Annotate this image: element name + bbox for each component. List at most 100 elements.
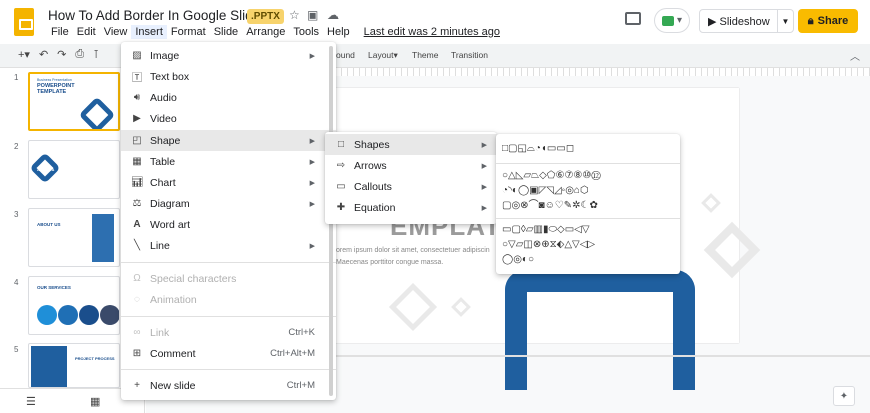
textbox-icon: 🅃︎: [132, 73, 142, 84]
insert-line[interactable]: ╲ Line ▶: [121, 235, 336, 256]
thumb-title: POWERPOINT TEMPLATE: [37, 83, 75, 95]
slideshow-button[interactable]: ▶ Slideshow ▼: [699, 9, 794, 33]
shortcut: Ctrl+M: [286, 380, 315, 391]
menu-help[interactable]: Help: [323, 25, 354, 39]
palette-row[interactable]: ▢◎⊗⌒◙☺♡✎✲☾✿: [502, 200, 598, 212]
menu-edit[interactable]: Edit: [73, 25, 100, 39]
shape-callouts[interactable]: ▭ Callouts ▶: [325, 176, 497, 197]
arrow-icon: ⇨: [336, 160, 346, 171]
video-icon: ▶: [133, 113, 141, 124]
shortcut: Ctrl+Alt+M: [270, 348, 315, 359]
thumb-shape: [78, 96, 116, 129]
insert-diagram[interactable]: ⚖ Diagram ▶: [121, 193, 336, 214]
cloud-status-icon[interactable]: ☁: [327, 8, 339, 22]
callout-icon: ▭: [336, 181, 346, 192]
document-title[interactable]: How To Add Border In Google Slides: [48, 8, 267, 23]
menu-format[interactable]: Format: [167, 25, 210, 39]
slide-thumbnail-1[interactable]: Business Presentation POWERPOINT TEMPLAT…: [28, 72, 120, 131]
menu-divider: [121, 316, 336, 317]
insert-chart[interactable]: 📊︎ Chart ▶: [121, 172, 336, 193]
file-type-badge: .PPTX: [247, 9, 284, 24]
filmstrip-view-icon[interactable]: ☰: [26, 395, 36, 408]
submenu-arrow-icon: ▶: [309, 137, 315, 145]
slide-thumbnail-3[interactable]: ABOUT US: [28, 208, 120, 267]
menu-tools[interactable]: Tools: [289, 25, 323, 39]
insert-shape[interactable]: ◰ Shape ▶: [121, 130, 336, 151]
slides-logo-icon[interactable]: [14, 8, 34, 36]
slide-thumbnail-5[interactable]: PROJECT PROCESS: [28, 343, 120, 388]
shape-equation[interactable]: ✚ Equation ▶: [325, 197, 497, 218]
slide-number: 1: [14, 73, 19, 82]
menu-view[interactable]: View: [100, 25, 132, 39]
insert-new-slide[interactable]: + New slide Ctrl+M: [121, 375, 336, 396]
print-icon[interactable]: ⎙: [75, 48, 84, 61]
link-icon: ∞: [133, 327, 141, 338]
shape-shapes[interactable]: □ Shapes ▶: [325, 134, 497, 155]
menu-arrange[interactable]: Arrange: [242, 25, 289, 39]
toolbar-transition[interactable]: Transition: [451, 50, 488, 60]
insert-video[interactable]: ▶ Video: [121, 108, 336, 129]
toolbar-layout[interactable]: Layout▾: [368, 50, 398, 61]
insert-table[interactable]: ▦ Table ▶: [121, 151, 336, 172]
toolbar-theme[interactable]: Theme: [412, 50, 438, 60]
paint-format-icon[interactable]: ⊺: [93, 48, 99, 61]
menu-divider: [121, 369, 336, 370]
audio-icon: 🔊︎: [133, 92, 141, 103]
insert-comment[interactable]: ⊞ Comment Ctrl+Alt+M: [121, 343, 336, 364]
slideshow-label[interactable]: ▶ Slideshow: [700, 15, 777, 28]
palette-row[interactable]: ◔◝◐◯▣◸◹◿◦◎⌂⬡: [502, 185, 589, 197]
slide-thumbnail-2[interactable]: AGENDA: [28, 140, 120, 199]
menu-bar: File Edit View Insert Format Slide Arran…: [47, 25, 504, 39]
thumb-image: [92, 214, 114, 262]
insert-menu: ▨ Image ▶ 🅃︎ Text box 🔊︎ Audio ▶ Video ◰ Shape…: [121, 42, 336, 400]
slideshow-dropdown-icon[interactable]: ▼: [777, 10, 793, 32]
table-icon: ▦: [132, 156, 142, 167]
wordart-icon: A: [133, 219, 141, 230]
insert-audio[interactable]: 🔊︎ Audio: [121, 87, 336, 108]
palette-row[interactable]: ○△◺▱⏢◇⬠⑥⑦⑧⑩⑫: [502, 170, 601, 182]
insert-image[interactable]: ▨ Image ▶: [121, 45, 336, 66]
thumb-title: ABOUT US: [37, 222, 61, 227]
meet-button[interactable]: ▾: [654, 8, 690, 33]
submenu-arrow-icon: ▶: [309, 179, 315, 187]
submenu-arrow-icon: ▶: [481, 183, 487, 191]
slide-thumbnail-4[interactable]: OUR SERVICES: [28, 276, 120, 335]
shape-arrows[interactable]: ⇨ Arrows ▶: [325, 155, 497, 176]
submenu-arrow-icon: ▶: [481, 141, 487, 149]
palette-row[interactable]: ○▽▱◫⊗⊕⧖⬖△▽◁▷: [502, 239, 595, 251]
shape-submenu: □ Shapes ▶ ⇨ Arrows ▶ ▭ Callouts ▶ ✚ Equation ▶: [325, 132, 497, 224]
share-button[interactable]: 🔒︎ Share: [798, 9, 858, 33]
palette-row[interactable]: ◯◎◐○: [502, 254, 534, 266]
menu-insert[interactable]: Insert: [131, 25, 167, 39]
last-edit-link[interactable]: Last edit was 2 minutes ago: [360, 25, 504, 39]
thumb-circle: [79, 305, 99, 325]
undo-icon[interactable]: ↶: [39, 48, 48, 61]
collapse-toolbar-icon[interactable]: ︿: [850, 48, 860, 63]
move-folder-icon[interactable]: ▣: [307, 8, 318, 22]
menu-file[interactable]: File: [47, 25, 73, 39]
grid-view-icon[interactable]: ▦: [90, 395, 100, 408]
insert-word-art[interactable]: A Word art: [121, 214, 336, 235]
explore-icon[interactable]: ✦: [833, 386, 855, 406]
palette-row[interactable]: □▢◱⌓◔◖▭▭◻: [502, 143, 574, 155]
palette-divider: [496, 218, 680, 219]
star-icon[interactable]: ☆: [289, 8, 300, 22]
meet-camera-icon: [661, 15, 674, 26]
submenu-arrow-icon: ▶: [309, 52, 315, 60]
redo-icon[interactable]: ↷: [57, 48, 66, 61]
toolbar-background[interactable]: ound: [336, 50, 355, 60]
insert-animation: ◌ Animation: [121, 289, 336, 310]
thumb-title: AGENDA: [37, 167, 55, 172]
submenu-arrow-icon: ▶: [309, 158, 315, 166]
palette-divider: [496, 163, 680, 164]
new-slide-icon[interactable]: +▾: [18, 48, 30, 61]
insert-text-box[interactable]: 🅃︎ Text box: [121, 66, 336, 87]
horizontal-ruler: [335, 68, 870, 76]
slide-number: 2: [14, 142, 19, 151]
palette-row[interactable]: ▭▢◊▱▥▮⬭◇▭◁▽: [502, 224, 590, 236]
submenu-arrow-icon: ▶: [481, 162, 487, 170]
thumb-circle: [100, 305, 119, 325]
omega-icon: Ω: [133, 273, 141, 284]
menu-slide[interactable]: Slide: [210, 25, 242, 39]
comments-icon[interactable]: [625, 12, 641, 25]
